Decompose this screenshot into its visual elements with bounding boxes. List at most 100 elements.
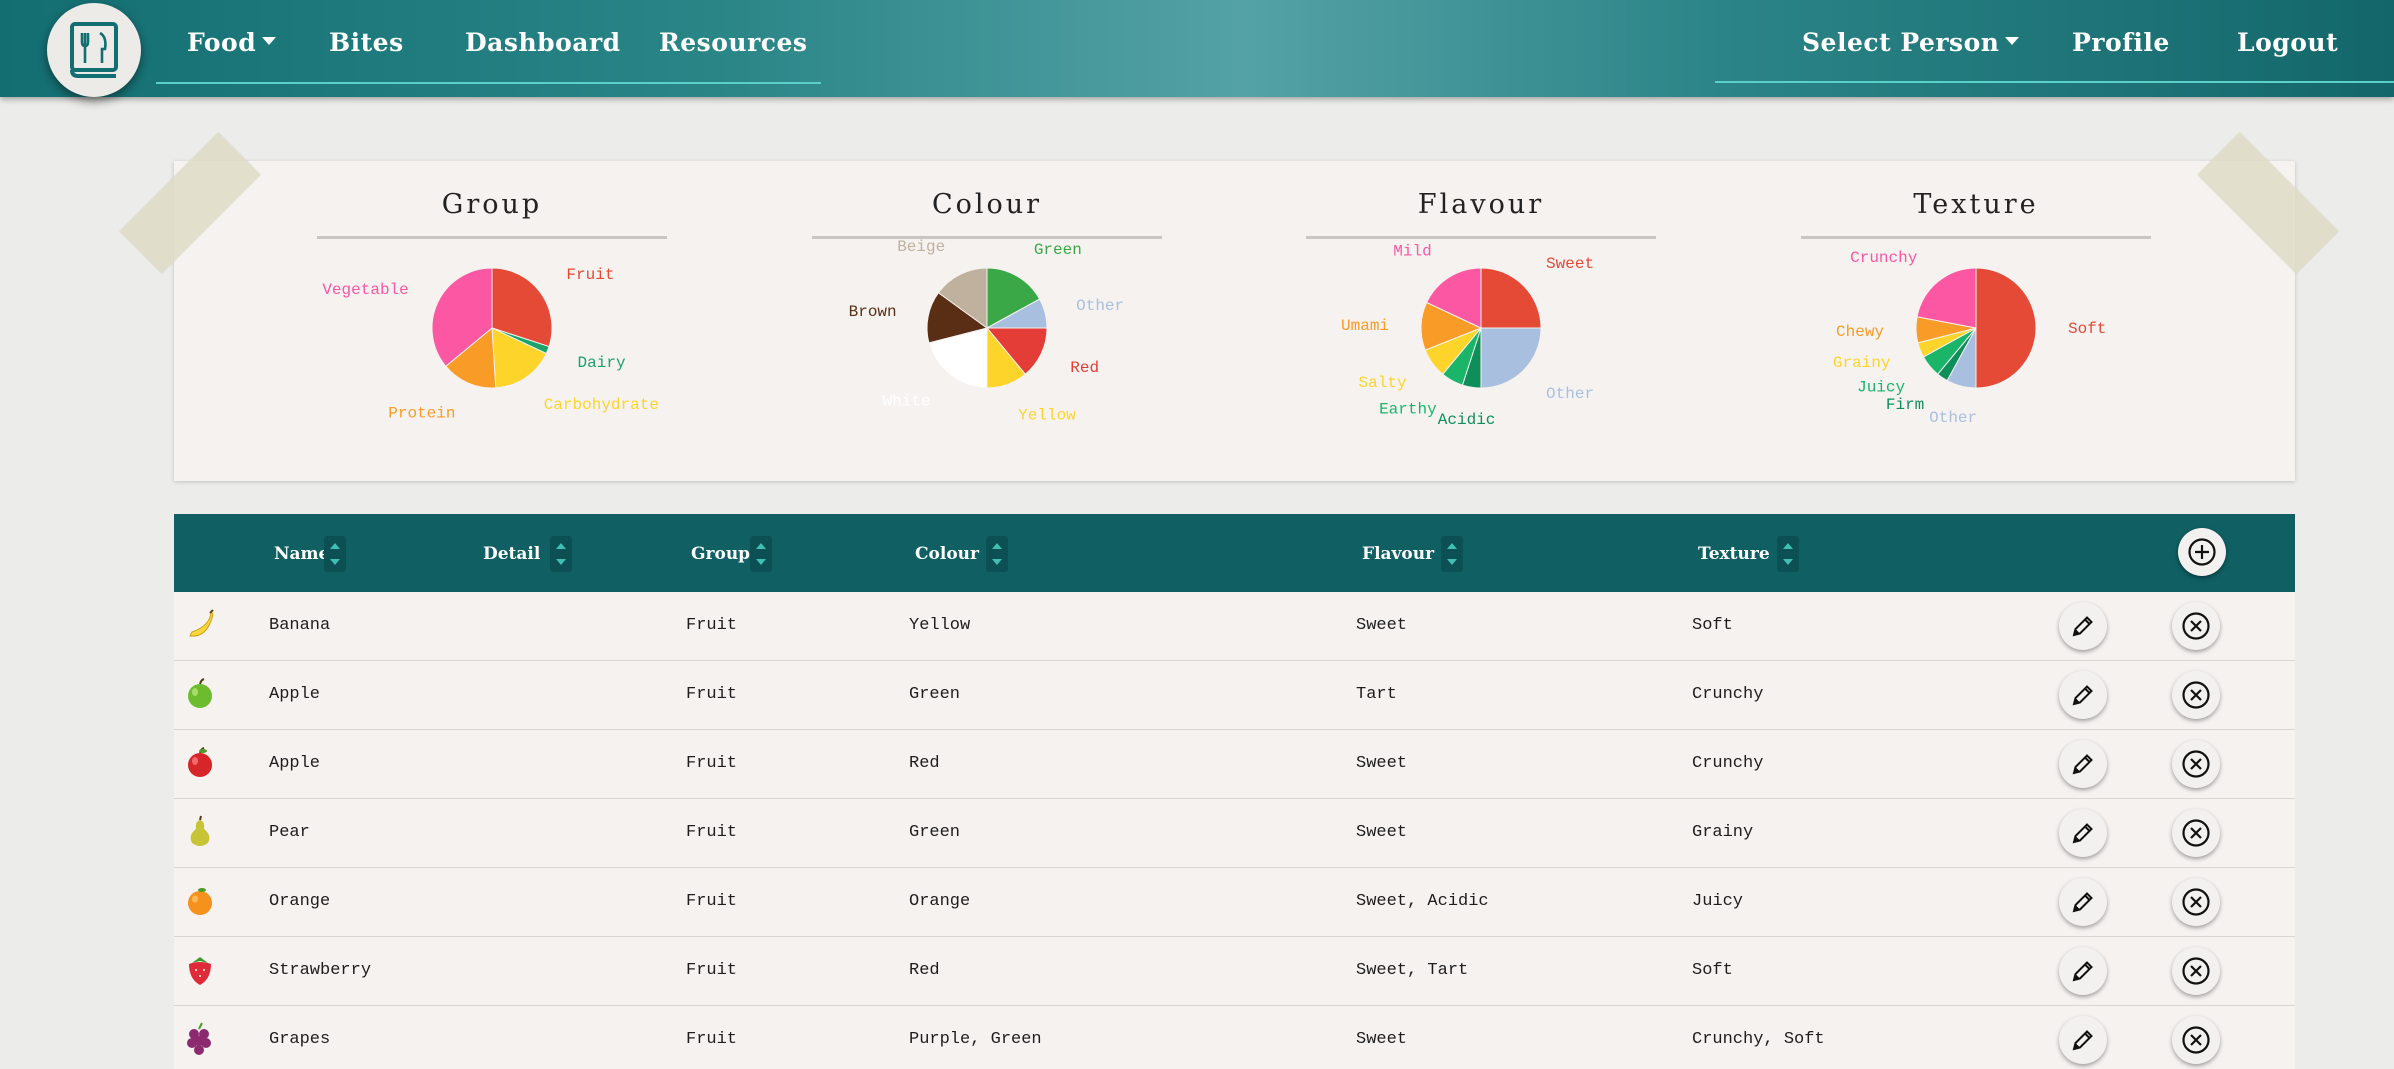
header-group: Group [691,544,751,564]
pie-slice-label: Red [1070,359,1099,377]
delete-button[interactable] [2172,947,2220,995]
cell-name: Grapes [269,1030,331,1049]
pie-chart-group: Fruit Dairy Carbohydrate Protein Vegetable [322,266,659,423]
cell-group: Fruit [686,823,738,842]
table-row: Pear Fruit Green Sweet Grainy [174,799,2295,868]
cell-group: Fruit [686,616,738,635]
pie-slice [1975,267,2037,389]
table-row: Strawberry Fruit Red Sweet, Tart Soft [174,937,2295,1006]
close-circle-icon [2182,888,2210,916]
pie-slice-label: Sweet [1546,255,1594,273]
pie-slice-label: Protein [388,404,455,422]
nav-select-person-dropdown[interactable]: Select Person [1802,28,2020,57]
sort-name-button[interactable] [324,536,346,572]
table-row: Apple Fruit Green Tart Crunchy [174,661,2295,730]
delete-button[interactable] [2172,740,2220,788]
edit-button[interactable] [2059,947,2107,995]
delete-button[interactable] [2172,809,2220,857]
edit-button[interactable] [2059,602,2107,650]
pie-slice-label: Green [1034,241,1082,259]
delete-button[interactable] [2172,1016,2220,1064]
nav-logout[interactable]: Logout [2237,28,2338,57]
sort-group-button[interactable] [750,536,772,572]
edit-button[interactable] [2059,809,2107,857]
chart-rule [317,236,667,239]
app-logo-button[interactable] [47,3,141,97]
sort-colour-button[interactable] [986,536,1008,572]
cell-group: Fruit [686,754,738,773]
sort-texture-button[interactable] [1777,536,1799,572]
tape-decoration-left [119,132,261,274]
header-name: Name [274,544,330,564]
pencil-icon [2072,892,2093,913]
cell-colour: Green [909,823,961,842]
cell-colour: Red [909,754,940,773]
chart-rule [1801,236,2151,239]
pie-chart-texture: Soft Other FirmJuicy Grainy Chewy Crunchy [1833,249,2107,427]
tape-decoration-right [2197,132,2339,274]
pie-slice-label: Crunchy [1850,249,1918,267]
cell-group: Fruit [686,1030,738,1049]
cell-flavour: Sweet, Acidic [1356,892,1489,911]
edit-button[interactable] [2059,1016,2107,1064]
pie-slice-label: Carbohydrate [544,396,659,414]
chart-title-flavour: Flavour [1417,189,1545,220]
pie-slice [1480,327,1542,389]
delete-button[interactable] [2172,878,2220,926]
cell-name: Apple [269,754,321,773]
cell-texture: Soft [1692,961,1733,980]
cell-name: Banana [269,616,331,635]
pie-slice-label: Fruit [566,266,614,284]
pie-slice-label: Brown [849,303,897,321]
pie-slice-label: Beige [897,238,945,256]
chart-title-texture: Texture [1913,189,2039,220]
cell-colour: Green [909,685,961,704]
chart-title-group: Group [441,189,543,220]
orange-icon [188,888,212,915]
cell-texture: Juicy [1692,892,1744,911]
nav-dashboard[interactable]: Dashboard [465,28,621,57]
pear-icon [190,815,210,846]
nav-profile[interactable]: Profile [2072,28,2170,57]
table-row: Apple Fruit Red Sweet Crunchy [174,730,2295,799]
close-circle-icon [2182,681,2210,709]
pie-slice-label: Earthy [1379,401,1437,419]
cell-group: Fruit [686,685,738,704]
sort-flavour-button[interactable] [1441,536,1463,572]
close-circle-icon [2182,957,2210,985]
edit-button[interactable] [2059,671,2107,719]
nav-bites[interactable]: Bites [329,28,404,57]
cell-flavour: Sweet [1356,616,1408,635]
edit-button[interactable] [2059,878,2107,926]
pie-chart-colour: Green Other Red Yellow White Brown Beige [849,238,1125,425]
header-detail: Detail [483,544,541,564]
pie-slice-label: Umami [1341,317,1389,335]
cell-texture: Crunchy [1692,754,1764,773]
sort-detail-button[interactable] [550,536,572,572]
pie-slice-label: Vegetable [322,281,408,299]
cell-name: Pear [269,823,310,842]
pencil-icon [2072,823,2093,844]
food-table: Name Detail Group Colour Flavour Texture… [174,514,2295,1069]
delete-button[interactable] [2172,602,2220,650]
edit-button[interactable] [2059,740,2107,788]
table-row: Orange Fruit Orange Sweet, Acidic Juicy [174,868,2295,937]
close-circle-icon [2182,750,2210,778]
pie-slice-label: Firm [1886,396,1924,414]
cell-colour: Yellow [909,616,971,635]
grapes-icon [187,1022,211,1055]
delete-button[interactable] [2172,671,2220,719]
pie-slice-label: Soft [2068,320,2106,338]
cell-name: Apple [269,685,321,704]
nav-underline-left [156,82,821,84]
nav-food-dropdown[interactable]: Food [187,28,277,57]
pencil-icon [2072,961,2093,982]
cell-name: Orange [269,892,331,911]
chart-rule [1306,236,1656,239]
cell-texture: Grainy [1692,823,1754,842]
add-food-button[interactable] [2178,528,2226,576]
banana-icon [189,609,214,637]
nav-resources[interactable]: Resources [659,28,807,57]
header-texture: Texture [1698,544,1770,564]
cell-colour: Red [909,961,940,980]
